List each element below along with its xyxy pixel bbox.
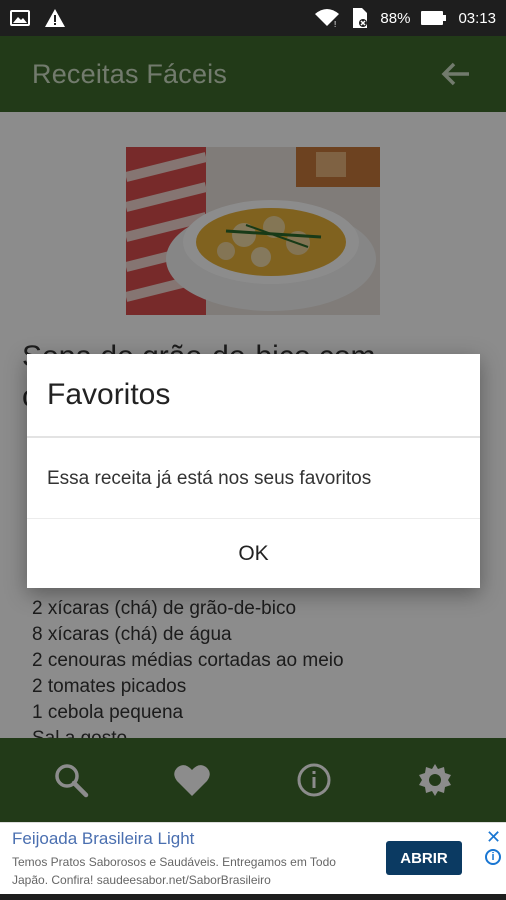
favorites-dialog: Favoritos Essa receita já está nos seus … [27,354,480,588]
ok-button[interactable]: OK [27,519,480,588]
battery-icon [420,9,448,27]
adchoices-icon[interactable]: i [485,849,501,865]
image-icon [10,10,30,26]
navigation-bar [0,894,506,900]
clock: 03:13 [458,9,496,27]
close-icon[interactable]: ✕ [486,827,501,848]
battery-percent: 88% [380,9,411,27]
status-bar: ! 88% 03:13 [0,0,506,36]
ad-open-button[interactable]: ABRIR [386,841,462,875]
dialog-divider [27,436,480,438]
svg-text:!: ! [334,20,336,28]
ad-body: Temos Pratos Saborosos e Saudáveis. Entr… [12,855,336,887]
dialog-title: Favoritos [47,378,171,411]
sim-icon [350,7,370,29]
ad-headline[interactable]: Feijoada Brasileira Light [12,829,194,849]
wifi-icon: ! [314,8,340,28]
dialog-message: Essa receita já está nos seus favoritos [47,468,372,489]
warning-icon [44,8,66,28]
ad-banner[interactable]: Feijoada Brasileira Light Temos Pratos S… [0,822,506,894]
